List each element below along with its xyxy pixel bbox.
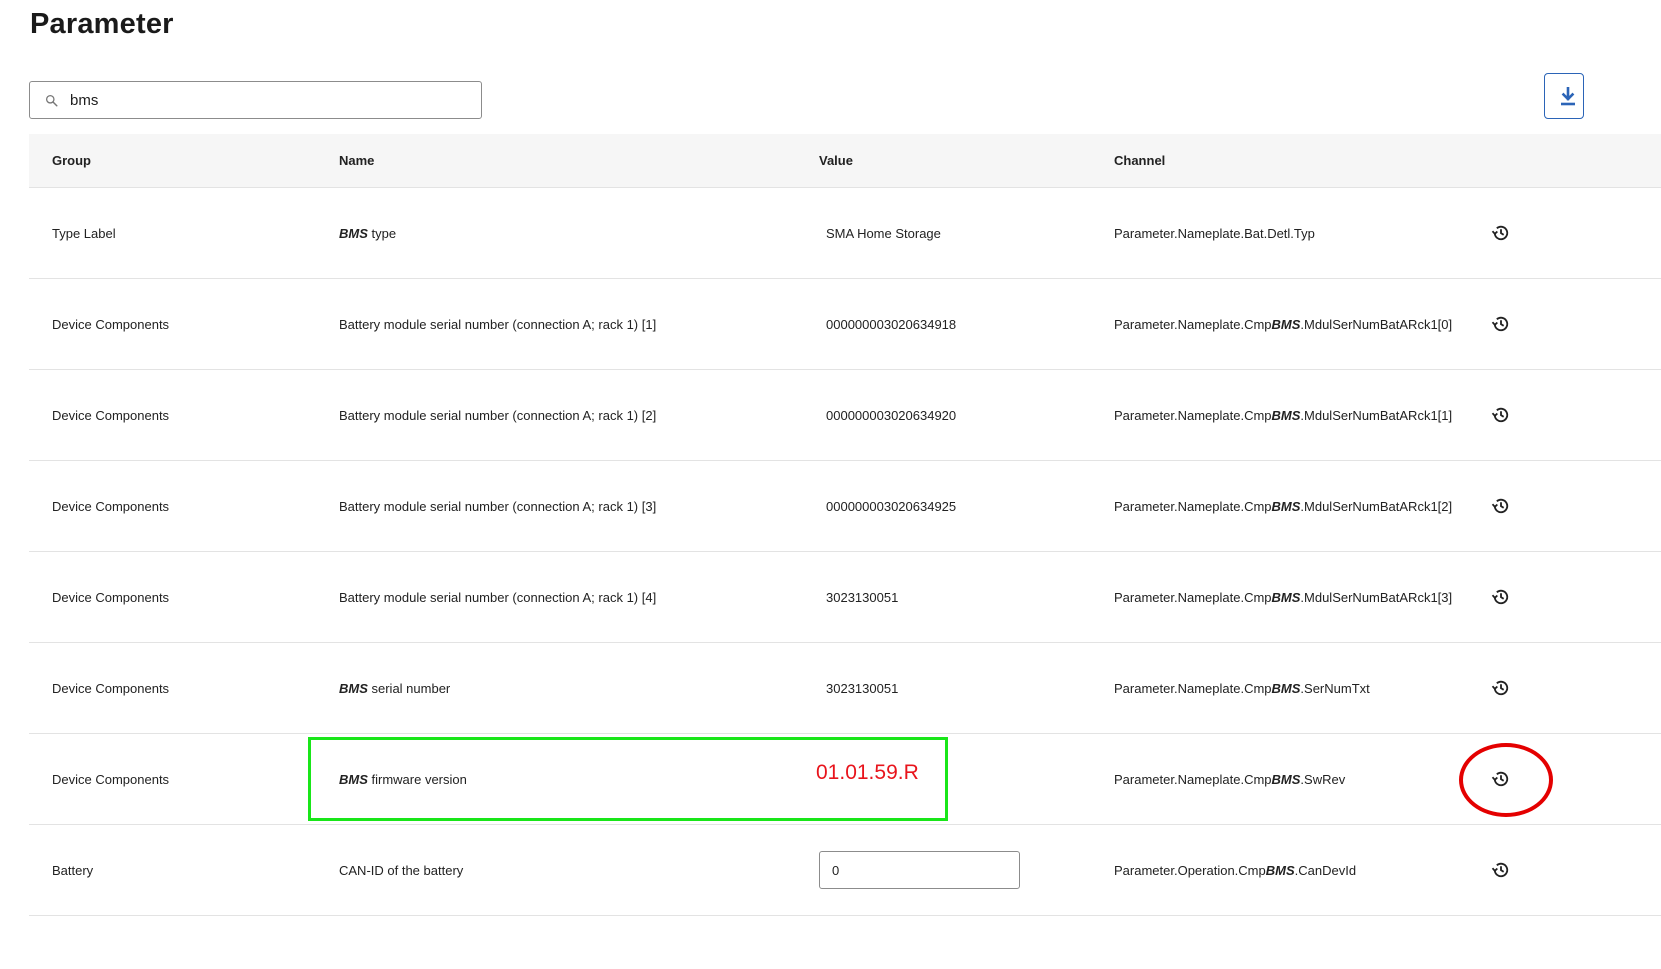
table-row: Type Label BMS type SMA Home Storage Par… <box>29 188 1661 279</box>
value-cell: SMA Home Storage <box>826 226 941 241</box>
channel-text: Parameter.Operation.Cmp <box>1114 863 1266 878</box>
name-text: type <box>367 226 397 241</box>
channel-cell: Parameter.Nameplate.CmpBMS.MdulSerNumBat… <box>1114 408 1452 423</box>
group-cell: Device Components <box>52 590 170 605</box>
table-row: Device Components Battery module serial … <box>29 279 1661 370</box>
channel-text: .MdulSerNumBatARck1[2] <box>1300 499 1453 514</box>
page-title: Parameter <box>30 8 174 40</box>
can-id-field[interactable] <box>819 851 1020 889</box>
history-icon[interactable] <box>1491 587 1511 607</box>
column-header-group[interactable]: Group <box>52 153 91 168</box>
table-row: Device Components BMS serial number 3023… <box>29 643 1661 734</box>
table-row: Battery CAN-ID of the battery Parameter.… <box>29 825 1661 916</box>
name-cell: CAN-ID of the battery <box>339 863 463 878</box>
channel-cell: Parameter.Nameplate.CmpBMS.MdulSerNumBat… <box>1114 590 1452 605</box>
history-icon[interactable] <box>1491 496 1511 516</box>
channel-highlight: BMS <box>1271 681 1301 696</box>
red-circle-annotation <box>1459 743 1553 817</box>
search-input[interactable] <box>70 82 475 118</box>
table-row: Device Components Battery module serial … <box>29 370 1661 461</box>
channel-highlight: BMS <box>1271 408 1301 423</box>
channel-text: .CanDevId <box>1294 863 1357 878</box>
channel-cell: Parameter.Nameplate.CmpBMS.SerNumTxt <box>1114 681 1370 696</box>
channel-text: .SwRev <box>1300 772 1346 787</box>
group-cell: Device Components <box>52 408 170 423</box>
value-cell: 3023130051 <box>826 590 899 605</box>
value-cell: 3023130051 <box>826 681 899 696</box>
channel-highlight: BMS <box>1271 499 1301 514</box>
group-cell: Type Label <box>52 226 116 241</box>
name-highlight: BMS <box>339 681 368 696</box>
channel-highlight: BMS <box>1265 863 1295 878</box>
download-icon <box>1561 87 1575 106</box>
search-icon <box>45 94 58 107</box>
name-cell: Battery module serial number (connection… <box>339 408 656 423</box>
channel-text: Parameter.Nameplate.Cmp <box>1114 317 1272 332</box>
name-text: Battery module serial number (connection… <box>339 499 657 514</box>
column-header-value[interactable]: Value <box>819 153 853 168</box>
firmware-value-annotation: 01.01.59.R <box>816 761 919 784</box>
channel-text: Parameter.Nameplate.Cmp <box>1114 772 1272 787</box>
history-icon[interactable] <box>1491 860 1511 880</box>
name-cell: BMS serial number <box>339 681 450 696</box>
history-icon[interactable] <box>1491 405 1511 425</box>
channel-highlight: BMS <box>1271 590 1301 605</box>
table-row: Device Components Battery module serial … <box>29 552 1661 643</box>
group-cell: Device Components <box>52 772 170 787</box>
column-header-name[interactable]: Name <box>339 153 374 168</box>
name-cell: Battery module serial number (connection… <box>339 499 656 514</box>
can-id-input[interactable] <box>832 852 1012 888</box>
channel-text: .SerNumTxt <box>1300 681 1370 696</box>
name-cell: BMS type <box>339 226 396 241</box>
channel-cell: Parameter.Nameplate.CmpBMS.SwRev <box>1114 772 1345 787</box>
name-highlight: BMS <box>339 226 368 241</box>
download-button[interactable] <box>1544 73 1584 119</box>
name-text: Battery module serial number (connection… <box>339 408 657 423</box>
channel-highlight: BMS <box>1271 317 1301 332</box>
channel-cell: Parameter.Operation.CmpBMS.CanDevId <box>1114 863 1356 878</box>
history-icon[interactable] <box>1491 678 1511 698</box>
channel-cell: Parameter.Nameplate.Bat.Detl.Typ <box>1114 226 1315 241</box>
table-header: Group Name Value Channel <box>29 134 1661 188</box>
channel-highlight: BMS <box>1271 772 1301 787</box>
channel-cell: Parameter.Nameplate.CmpBMS.MdulSerNumBat… <box>1114 317 1452 332</box>
table-row: Device Components Battery module serial … <box>29 461 1661 552</box>
channel-cell: Parameter.Nameplate.CmpBMS.MdulSerNumBat… <box>1114 499 1452 514</box>
group-cell: Device Components <box>52 317 170 332</box>
name-text: CAN-ID of the battery <box>339 863 464 878</box>
channel-text: Parameter.Nameplate.Cmp <box>1114 590 1272 605</box>
history-icon[interactable] <box>1491 223 1511 243</box>
history-icon[interactable] <box>1491 314 1511 334</box>
value-cell: 000000003020634918 <box>826 317 957 332</box>
channel-text: Parameter.Nameplate.Bat.Detl.Typ <box>1114 226 1315 241</box>
channel-text: Parameter.Nameplate.Cmp <box>1114 499 1272 514</box>
group-cell: Device Components <box>52 499 170 514</box>
group-cell: Device Components <box>52 681 170 696</box>
name-cell: Battery module serial number (connection… <box>339 590 656 605</box>
channel-text: Parameter.Nameplate.Cmp <box>1114 408 1272 423</box>
channel-text: .MdulSerNumBatARck1[1] <box>1300 408 1453 423</box>
group-cell: Battery <box>52 863 94 878</box>
name-cell: Battery module serial number (connection… <box>339 317 656 332</box>
name-text: Battery module serial number (connection… <box>339 317 657 332</box>
search-box[interactable] <box>29 81 482 119</box>
name-text: serial number <box>367 681 451 696</box>
channel-text: Parameter.Nameplate.Cmp <box>1114 681 1272 696</box>
channel-text: .MdulSerNumBatARck1[3] <box>1300 590 1453 605</box>
value-cell: 000000003020634920 <box>826 408 957 423</box>
column-header-channel[interactable]: Channel <box>1114 153 1165 168</box>
value-cell: 000000003020634925 <box>826 499 957 514</box>
name-text: Battery module serial number (connection… <box>339 590 657 605</box>
channel-text: .MdulSerNumBatARck1[0] <box>1300 317 1453 332</box>
